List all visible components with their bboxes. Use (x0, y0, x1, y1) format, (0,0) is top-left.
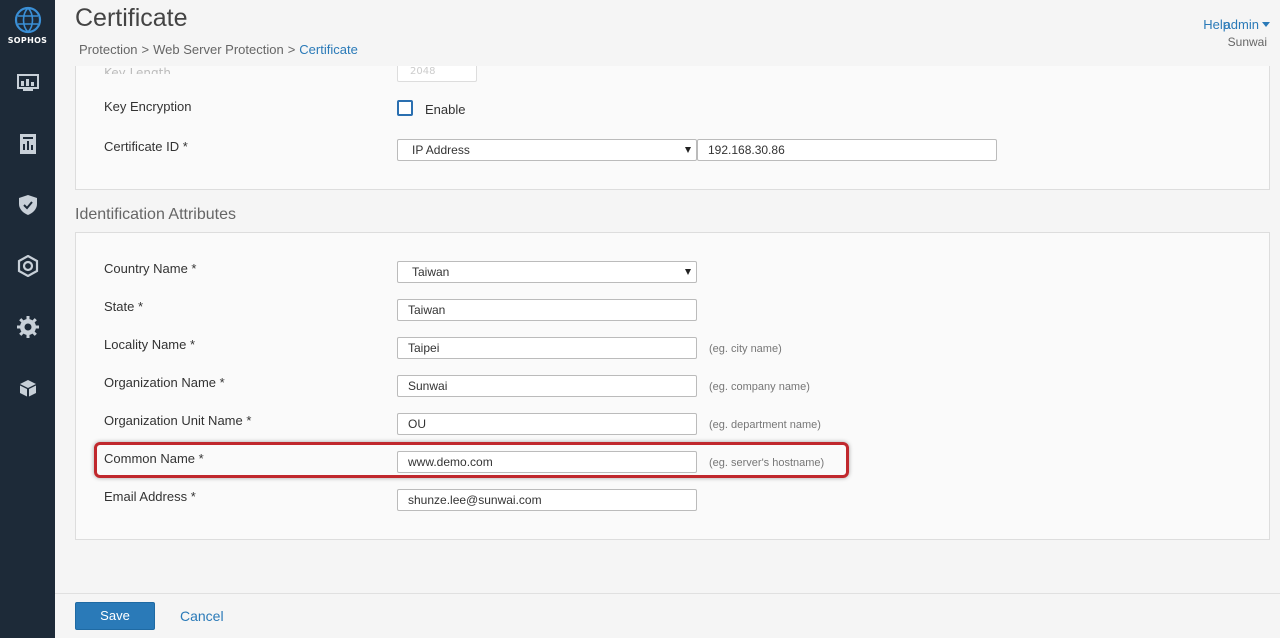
certificate-id-label: Certificate ID * (104, 139, 188, 154)
globe-icon (14, 6, 41, 34)
header: Certificate Protection > Web Server Protec… (55, 0, 1280, 66)
breadcrumb-separator: > (287, 42, 296, 57)
locality-name-hint: (eg. city name) (709, 343, 782, 355)
organization-unit-name-input[interactable]: OU (397, 413, 697, 435)
breadcrumb: Protection > Web Server Protection > Certifi… (79, 42, 358, 57)
sidebar: SOPHOS (0, 0, 55, 638)
box-icon (19, 380, 36, 397)
breadcrumb-certificate[interactable]: Certificate (299, 42, 358, 57)
country-name-label: Country Name * (104, 261, 197, 276)
dropdown-arrow-icon (685, 147, 691, 153)
common-name-input[interactable]: www.demo.com (397, 451, 697, 473)
key-encryption-checkbox-label[interactable]: Enable (425, 102, 465, 117)
page-title: Certificate (75, 4, 188, 32)
monitor-icon (16, 74, 39, 91)
org-name: Sunwai (1227, 35, 1267, 49)
shield-icon (18, 195, 37, 215)
sidebar-item-reports[interactable] (0, 124, 55, 164)
common-name-hint: (eg. server's hostname) (709, 457, 825, 469)
key-length-label: Key Length (104, 66, 171, 74)
organization-name-hint: (eg. company name) (709, 381, 810, 393)
organization-name-label: Organization Name * (104, 375, 225, 390)
certificate-id-type-value: IP Address (412, 143, 470, 157)
key-length-select[interactable]: 2048 (397, 66, 477, 82)
email-address-input[interactable]: shunze.lee@sunwai.com (397, 489, 697, 511)
certificate-id-input[interactable]: 192.168.30.86 (697, 139, 997, 161)
certificate-id-type-select[interactable]: IP Address (397, 139, 697, 161)
footer-bar (55, 593, 1280, 638)
breadcrumb-separator: > (141, 42, 150, 57)
country-name-select[interactable]: Taiwan (397, 261, 697, 283)
sophos-logo[interactable]: SOPHOS (0, 6, 55, 45)
caret-down-icon (1262, 22, 1270, 27)
sidebar-item-monitor[interactable] (0, 63, 55, 103)
save-button[interactable]: Save (75, 602, 155, 630)
diagnostics-icon (17, 255, 38, 277)
reports-icon (19, 134, 36, 154)
key-encryption-checkbox[interactable] (397, 100, 413, 116)
section-title-identification: Identification Attributes (75, 206, 236, 223)
email-address-label: Email Address * (104, 489, 196, 504)
locality-name-label: Locality Name * (104, 337, 196, 352)
certificate-settings-panel (75, 66, 1270, 190)
gear-icon (16, 316, 39, 338)
common-name-label: Common Name * (104, 451, 204, 466)
breadcrumb-web-server-protection[interactable]: Web Server Protection (153, 42, 284, 57)
sidebar-item-diagnose[interactable] (0, 246, 55, 286)
user-name: admin (1223, 17, 1259, 32)
user-menu[interactable]: admin (1224, 17, 1270, 32)
dropdown-arrow-icon (685, 269, 691, 275)
organization-unit-name-label: Organization Unit Name * (104, 413, 252, 428)
country-name-value: Taiwan (412, 265, 450, 279)
cancel-button[interactable]: Cancel (180, 608, 224, 624)
state-input[interactable]: Taiwan (397, 299, 697, 321)
sidebar-item-protect[interactable] (0, 185, 55, 225)
sidebar-item-system[interactable] (0, 368, 55, 408)
sidebar-item-configure[interactable] (0, 307, 55, 347)
logo-text: SOPHOS (7, 36, 48, 45)
organization-name-input[interactable]: Sunwai (397, 375, 697, 397)
locality-name-input[interactable]: Taipei (397, 337, 697, 359)
state-label: State * (104, 299, 144, 314)
organization-unit-name-hint: (eg. department name) (709, 419, 821, 431)
breadcrumb-protection[interactable]: Protection (79, 42, 138, 57)
key-encryption-label: Key Encryption (104, 99, 192, 114)
